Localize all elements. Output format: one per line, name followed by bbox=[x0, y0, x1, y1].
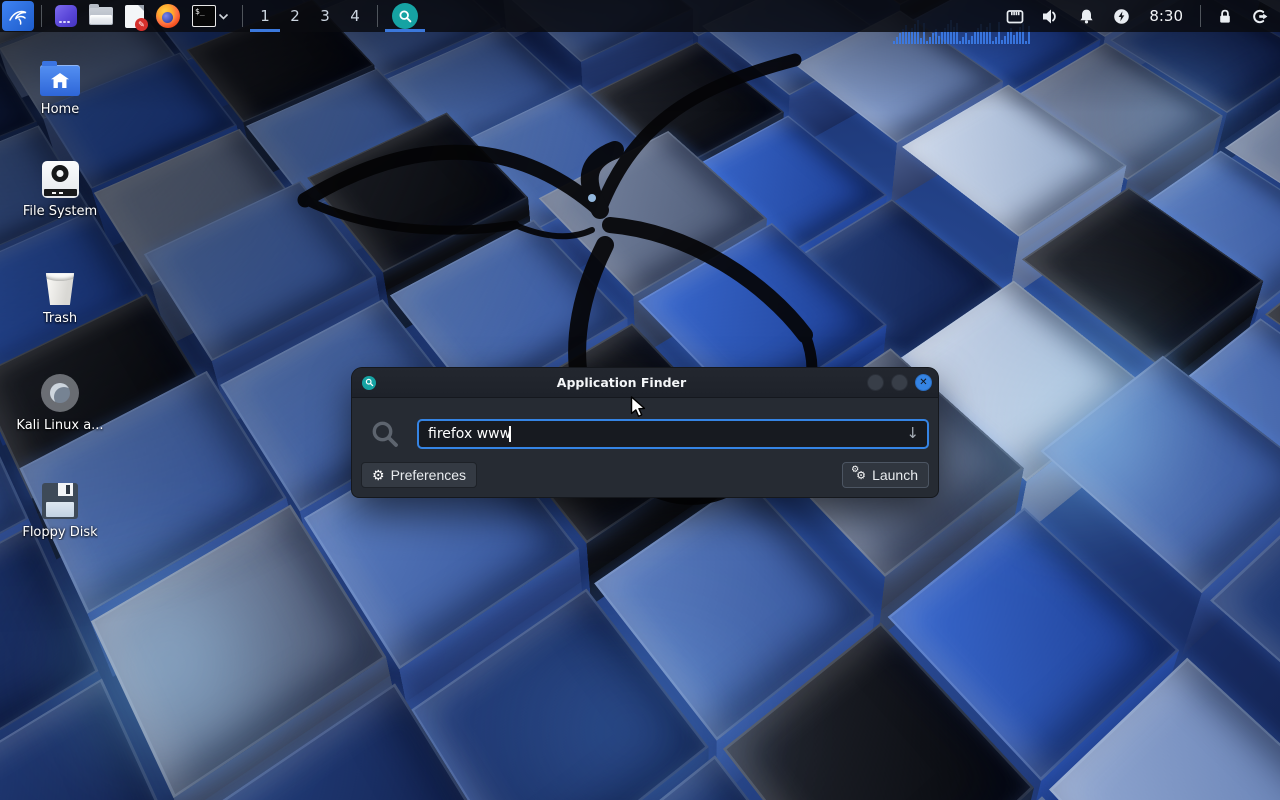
taskbar-appfinder-button[interactable] bbox=[385, 0, 425, 32]
panel-separator bbox=[377, 5, 378, 27]
close-button[interactable]: ✕ bbox=[915, 374, 932, 391]
finder-body: ↓ ⚙ Preferences ⚙ ⚙ Launch bbox=[352, 398, 938, 497]
finder-titlebar[interactable]: Application Finder ✕ bbox=[352, 368, 938, 398]
wallpaper-cubes bbox=[0, 0, 1280, 612]
workspace-label: 1 bbox=[260, 7, 270, 25]
panel-separator bbox=[41, 5, 42, 27]
desktop-icon-trash[interactable]: Trash bbox=[8, 263, 112, 326]
launch-gears-icon: ⚙ ⚙ bbox=[853, 468, 866, 482]
launch-button[interactable]: ⚙ ⚙ Launch bbox=[842, 462, 929, 488]
workspace-label: 3 bbox=[320, 7, 330, 25]
workspace-button-3[interactable]: 3 bbox=[310, 0, 340, 32]
kali-logo-icon bbox=[7, 5, 29, 27]
desktop-icon-label: Kali Linux a... bbox=[16, 418, 103, 433]
finder-search-row: ↓ bbox=[361, 419, 929, 449]
panel-separator bbox=[242, 5, 243, 27]
logout-icon[interactable] bbox=[1242, 0, 1280, 32]
launcher-file-manager[interactable] bbox=[83, 0, 119, 32]
kali-ghost-icon bbox=[41, 374, 79, 412]
application-finder-window: Application Finder ✕ ↓ ⚙ Preferences bbox=[352, 368, 938, 497]
workspace-button-2[interactable]: 2 bbox=[280, 0, 310, 32]
desktop-icon-file-system[interactable]: File System bbox=[8, 156, 112, 219]
desktop-icon-label: Floppy Disk bbox=[22, 525, 97, 540]
maximize-button[interactable] bbox=[891, 374, 908, 391]
desktop-icon-label: File System bbox=[23, 204, 97, 219]
home-folder-icon bbox=[40, 65, 80, 96]
workspace-button-1[interactable]: 1 bbox=[250, 0, 280, 32]
panel-right-group: 8:30 bbox=[997, 0, 1280, 32]
floppy-disk-icon bbox=[42, 483, 78, 519]
appfinder-icon bbox=[392, 3, 418, 29]
panel-clock[interactable]: 8:30 bbox=[1139, 7, 1193, 25]
kali-menu-button[interactable] bbox=[2, 1, 34, 31]
launcher-dashboard[interactable] bbox=[49, 0, 83, 32]
preferences-button-label: Preferences bbox=[391, 467, 466, 483]
workspace-label: 4 bbox=[350, 7, 360, 25]
workspace-label: 2 bbox=[290, 7, 300, 25]
lock-screen-icon[interactable] bbox=[1208, 0, 1242, 32]
text-editor-icon bbox=[125, 5, 144, 28]
wallpaper-cube bbox=[1049, 658, 1280, 800]
power-manager-icon[interactable] bbox=[1104, 0, 1139, 32]
network-tray-icon[interactable] bbox=[997, 0, 1033, 32]
window-controls: ✕ bbox=[867, 374, 932, 391]
terminal-icon: $_ bbox=[192, 5, 216, 27]
firefox-icon bbox=[156, 4, 180, 28]
volume-tray-icon[interactable] bbox=[1033, 0, 1069, 32]
launch-button-label: Launch bbox=[872, 467, 918, 483]
launcher-terminal[interactable]: $_ bbox=[186, 0, 235, 32]
desktop-icon-label: Home bbox=[41, 102, 79, 117]
minimize-button[interactable] bbox=[867, 374, 884, 391]
workspace-button-4[interactable]: 4 bbox=[340, 0, 370, 32]
file-system-drive-icon bbox=[42, 161, 79, 198]
finder-window-title: Application Finder bbox=[376, 375, 867, 390]
dashboard-icon bbox=[55, 5, 77, 27]
launcher-text-editor[interactable] bbox=[119, 0, 150, 32]
desktop-icon-home[interactable]: Home bbox=[8, 54, 112, 117]
top-panel: $_ 1 2 3 4 bbox=[0, 0, 1280, 32]
chevron-down-icon[interactable] bbox=[218, 13, 229, 20]
search-entry-wrap: ↓ bbox=[417, 419, 929, 449]
panel-separator bbox=[1200, 5, 1201, 27]
finder-actions: ⚙ Preferences ⚙ ⚙ Launch bbox=[361, 462, 929, 488]
notifications-bell-icon[interactable] bbox=[1069, 0, 1104, 32]
finder-window-icon bbox=[362, 376, 376, 390]
search-input[interactable] bbox=[417, 419, 929, 449]
launcher-firefox[interactable] bbox=[150, 0, 186, 32]
preferences-button[interactable]: ⚙ Preferences bbox=[361, 462, 477, 488]
text-caret bbox=[509, 426, 511, 442]
desktop-icon-kali-docs[interactable]: Kali Linux a... bbox=[8, 370, 112, 433]
trash-icon bbox=[44, 270, 76, 305]
file-manager-icon bbox=[89, 7, 113, 25]
desktop-icon-label: Trash bbox=[43, 311, 77, 326]
desktop-icon-floppy[interactable]: Floppy Disk bbox=[8, 477, 112, 540]
panel-left-group: $_ 1 2 3 4 bbox=[0, 0, 425, 32]
gear-icon: ⚙ bbox=[372, 468, 385, 482]
search-icon bbox=[370, 419, 400, 449]
